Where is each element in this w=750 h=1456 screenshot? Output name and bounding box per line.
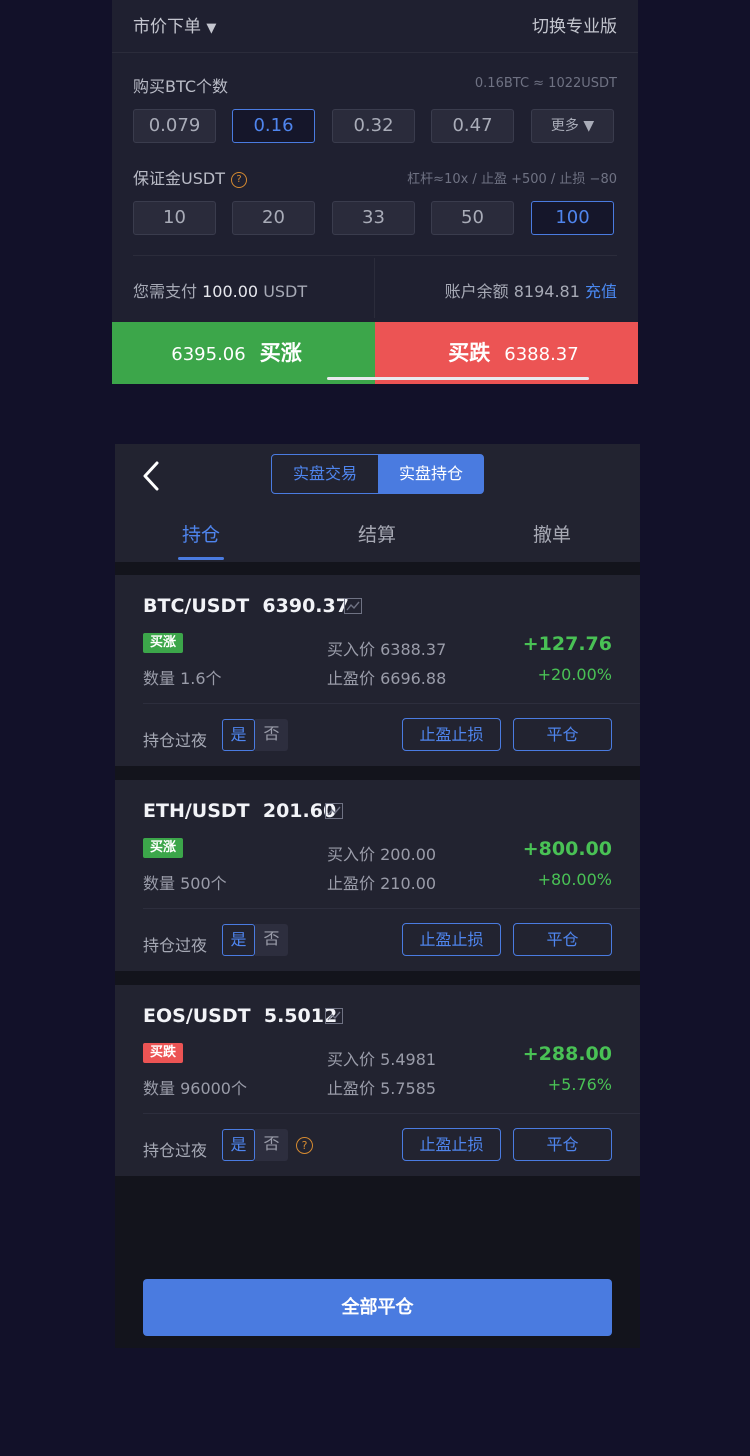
buy-up-label: 买涨: [259, 341, 302, 365]
quantity: 数量 1.6个: [143, 669, 222, 688]
tab-settlement[interactable]: 结算: [327, 520, 427, 547]
overnight-label: 持仓过夜: [143, 936, 208, 955]
buy-up-button[interactable]: 6395.06 买涨: [112, 322, 375, 384]
buy-down-button[interactable]: 买跌 6388.37: [375, 322, 638, 384]
direction-badge: 买涨: [143, 633, 184, 653]
pnl-value: +800.00: [522, 838, 612, 860]
quantity-label: 购买BTC个数: [133, 77, 228, 96]
quantity-option[interactable]: 0.47: [431, 109, 514, 143]
chart-icon[interactable]: [325, 803, 343, 819]
divider: [143, 703, 640, 704]
divider: [133, 255, 617, 256]
tab-live-positions[interactable]: 实盘持仓: [378, 454, 484, 494]
chart-icon[interactable]: [325, 1008, 343, 1024]
balance-label: 账户余额: [444, 282, 509, 301]
quantity-hint: 0.16BTC ≈ 1022USDT: [474, 76, 617, 91]
quantity: 数量 96000个: [143, 1079, 247, 1098]
pnl-percent: +20.00%: [537, 665, 612, 684]
quantity-option[interactable]: 0.32: [332, 109, 415, 143]
pair-header: BTC/USDT 6390.37: [143, 595, 349, 617]
order-panel: 市价下单 ▼ 切换专业版 购买BTC个数 0.16BTC ≈ 1022USDT …: [112, 0, 638, 384]
divider: [143, 908, 640, 909]
margin-option[interactable]: 20: [232, 201, 315, 235]
margin-option[interactable]: 50: [431, 201, 514, 235]
pair-price: 6390.37: [262, 595, 349, 617]
margin-label-row: 保证金USDT?: [133, 165, 247, 189]
order-type-label: 市价下单: [133, 17, 201, 37]
home-indicator: [327, 377, 589, 380]
tp-sl-button[interactable]: 止盈止损: [402, 1128, 501, 1161]
pay-summary: 您需支付 100.00 USDT: [133, 278, 307, 302]
pair-header: EOS/USDT 5.5012: [143, 1005, 337, 1027]
close-all-button[interactable]: 全部平仓: [143, 1279, 612, 1336]
direction-badge: 买跌: [143, 1043, 184, 1063]
vertical-divider: [374, 258, 375, 318]
active-tab-indicator: [178, 557, 224, 560]
divider: [143, 1113, 640, 1114]
pnl-value: +127.76: [522, 633, 612, 655]
overnight-no-toggle[interactable]: 否: [255, 924, 288, 956]
margin-option[interactable]: 10: [133, 201, 216, 235]
chevron-left-icon[interactable]: [139, 458, 167, 494]
help-icon[interactable]: ?: [230, 172, 247, 188]
take-profit-price: 止盈价 5.7585: [327, 1079, 437, 1098]
switch-pro-link[interactable]: 切换专业版: [532, 12, 617, 37]
pair-name: BTC/USDT: [143, 595, 250, 617]
overnight-yes-toggle[interactable]: 是: [222, 719, 255, 751]
tab-live-trading[interactable]: 实盘交易: [271, 454, 379, 494]
take-profit-price: 止盈价 210.00: [327, 874, 437, 893]
close-position-button[interactable]: 平仓: [513, 718, 612, 751]
pay-prefix: 您需支付: [133, 282, 198, 301]
position-card: ETH/USDT 201.60 买涨 数量 500个 买入价 200.00 止盈…: [115, 780, 640, 971]
quantity-option-selected[interactable]: 0.16: [232, 109, 315, 143]
close-position-button[interactable]: 平仓: [513, 1128, 612, 1161]
balance-summary: 账户余额 8194.81 充值: [445, 278, 617, 302]
position-card: BTC/USDT 6390.37 买涨 数量 1.6个 买入价 6388.37 …: [115, 575, 640, 766]
help-icon[interactable]: ?: [296, 1137, 313, 1154]
quantity: 数量 500个: [143, 874, 227, 893]
pair-header: ETH/USDT 201.60: [143, 800, 336, 822]
chart-icon[interactable]: [344, 598, 362, 614]
margin-label: 保证金USDT: [133, 169, 225, 188]
tp-sl-button[interactable]: 止盈止损: [402, 718, 501, 751]
pnl-percent: +5.76%: [547, 1075, 612, 1094]
balance-value: 8194.81: [513, 282, 580, 301]
close-position-button[interactable]: 平仓: [513, 923, 612, 956]
order-type-selector[interactable]: 市价下单 ▼: [133, 12, 216, 37]
pay-amount: 100.00: [202, 282, 259, 301]
overnight-no-toggle[interactable]: 否: [255, 719, 288, 751]
tp-sl-button[interactable]: 止盈止损: [402, 923, 501, 956]
margin-option-selected[interactable]: 100: [531, 201, 614, 235]
quantity-option[interactable]: 0.079: [133, 109, 216, 143]
entry-price: 买入价 6388.37: [327, 640, 447, 659]
pnl-value: +288.00: [522, 1043, 612, 1065]
overnight-yes-toggle[interactable]: 是: [222, 1129, 255, 1161]
divider: [112, 52, 638, 53]
position-card: EOS/USDT 5.5012 买跌 数量 96000个 买入价 5.4981 …: [115, 985, 640, 1176]
pay-unit: USDT: [263, 282, 308, 301]
direction-badge: 买涨: [143, 838, 184, 858]
take-profit-price: 止盈价 6696.88: [327, 669, 447, 688]
margin-hint: 杠杆≈10x / 止盈 +500 / 止损 −80: [407, 172, 617, 187]
overnight-label: 持仓过夜: [143, 1141, 208, 1160]
buy-down-price: 6388.37: [504, 344, 579, 365]
tab-holdings[interactable]: 持仓: [151, 520, 251, 547]
overnight-yes-toggle[interactable]: 是: [222, 924, 255, 956]
chevron-down-icon: ▼: [206, 21, 217, 36]
recharge-link[interactable]: 充值: [585, 282, 617, 301]
buy-up-price: 6395.06: [171, 344, 246, 365]
tab-cancel-orders[interactable]: 撤单: [502, 520, 602, 547]
margin-option[interactable]: 33: [332, 201, 415, 235]
pnl-percent: +80.00%: [537, 870, 612, 889]
quantity-more-button[interactable]: 更多 ▼: [531, 109, 614, 143]
overnight-label: 持仓过夜: [143, 731, 208, 750]
entry-price: 买入价 200.00: [327, 845, 437, 864]
buy-down-label: 买跌: [448, 341, 491, 365]
positions-header: 实盘交易 实盘持仓 持仓 结算 撤单: [115, 444, 640, 562]
pair-name: ETH/USDT: [143, 800, 250, 822]
entry-price: 买入价 5.4981: [327, 1050, 437, 1069]
pair-name: EOS/USDT: [143, 1005, 251, 1027]
overnight-no-toggle[interactable]: 否: [255, 1129, 288, 1161]
positions-panel: 实盘交易 实盘持仓 持仓 结算 撤单 BTC/USDT 6390.37 买涨 数…: [115, 444, 640, 1348]
